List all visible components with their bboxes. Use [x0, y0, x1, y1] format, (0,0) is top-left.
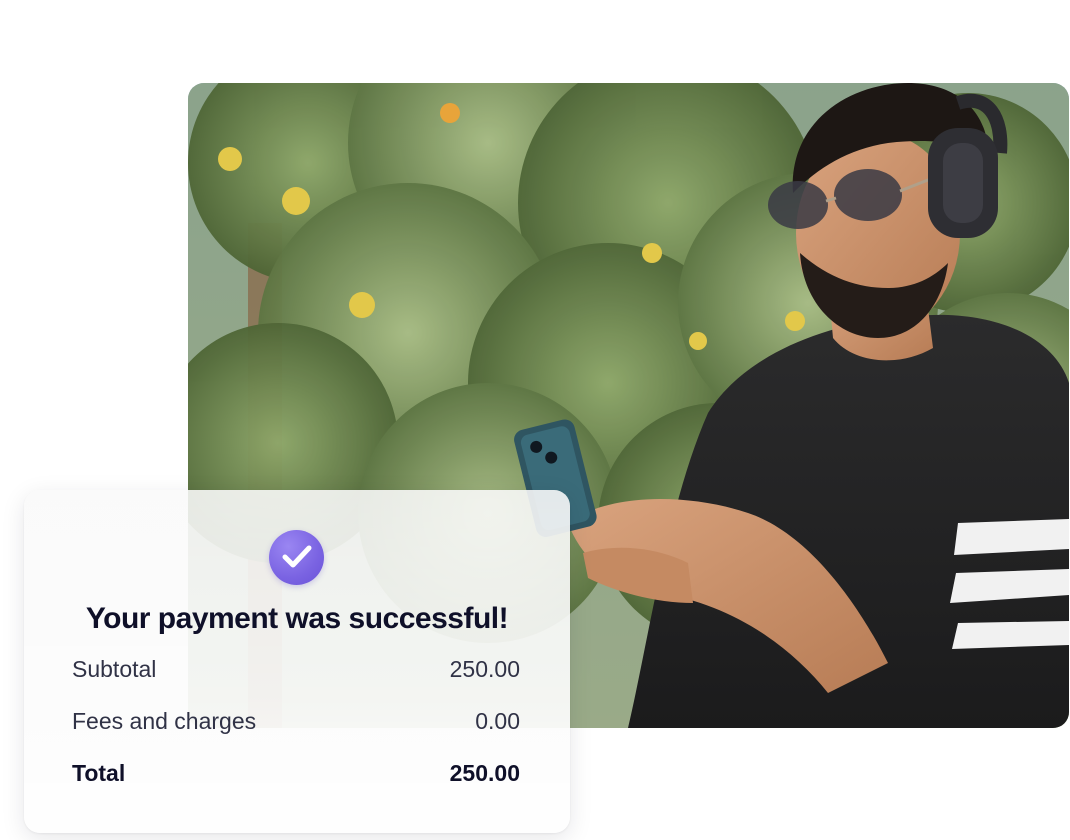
summary-row-fees: Fees and charges 0.00: [72, 708, 520, 735]
check-circle-icon: [269, 530, 324, 585]
summary-row-value: 250.00: [449, 656, 520, 682]
summary-row-subtotal: Subtotal 250.00: [72, 656, 520, 683]
summary-row-label: Fees and charges: [72, 708, 257, 734]
payment-success-title: Your payment was successful!: [85, 602, 509, 635]
summary-row-value: 250.00: [449, 760, 520, 786]
summary-row-value: 0.00: [475, 708, 520, 734]
page: Your payment was successful! Subtotal 25…: [0, 0, 1070, 840]
checkmark-icon: [282, 545, 312, 568]
summary-row-label: Subtotal: [72, 656, 157, 682]
payment-success-card: Your payment was successful! Subtotal 25…: [24, 490, 570, 833]
summary-row-label: Total: [72, 760, 126, 786]
summary-row-total: Total 250.00: [72, 760, 520, 787]
